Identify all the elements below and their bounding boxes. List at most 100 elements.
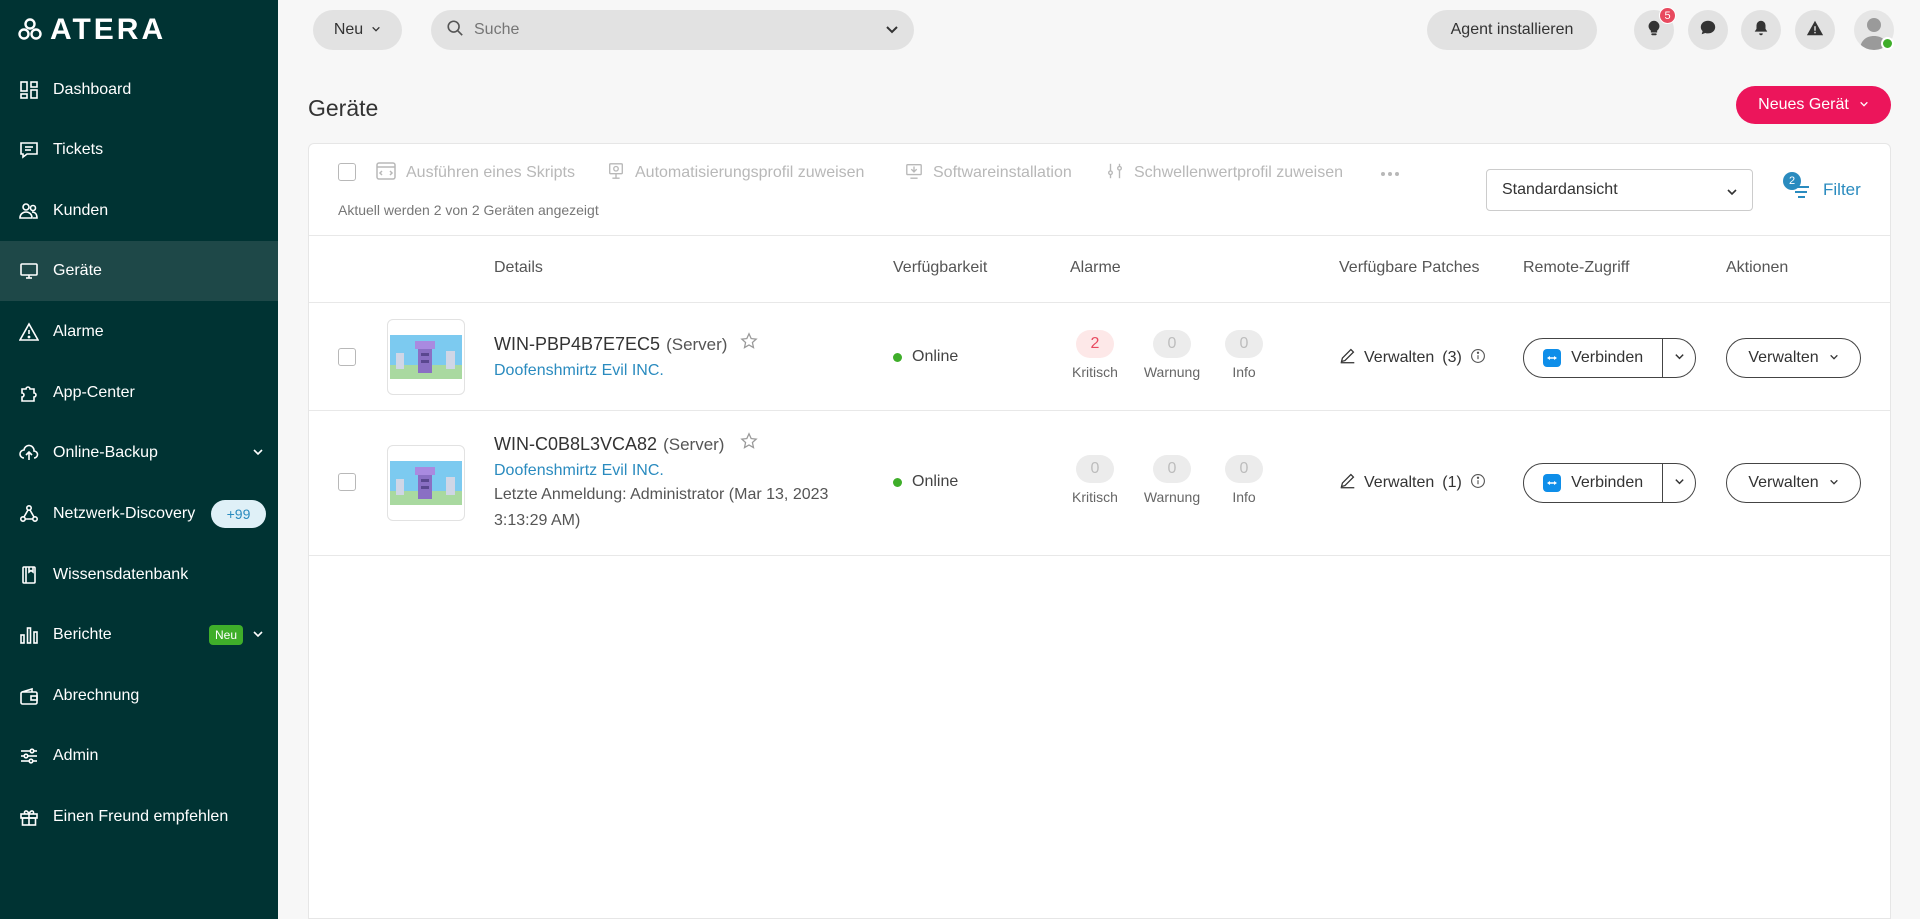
row-checkbox[interactable] [338, 473, 356, 491]
alarm-info[interactable]: 0 Info [1204, 455, 1284, 505]
client-link[interactable]: Doofenshmirtz Evil INC. [494, 362, 664, 380]
devices-panel: Ausführen eines Skripts Automatisierungs… [308, 143, 1891, 919]
install-agent-button[interactable]: Agent installieren [1427, 10, 1597, 50]
device-image-icon [390, 335, 462, 379]
device-thumbnail[interactable] [387, 319, 465, 395]
alarm-warning-label: Warnung [1143, 489, 1201, 505]
sidebar-item-online-backup[interactable]: Online-Backup [0, 423, 278, 483]
manage-dropdown-button[interactable]: Verwalten [1726, 463, 1861, 503]
column-header-alarms[interactable]: Alarme [1070, 259, 1121, 277]
select-all-checkbox[interactable] [338, 163, 356, 181]
sidebar-item-netzwerk-discovery[interactable]: Netzwerk-Discovery +99 [0, 484, 278, 544]
favorite-star-icon[interactable] [740, 332, 758, 355]
sidebar-item-admin[interactable]: Admin [0, 726, 278, 786]
alarm-critical[interactable]: 2 Kritisch [1055, 330, 1135, 380]
divider [309, 302, 1890, 303]
connect-options-dropdown[interactable] [1663, 339, 1695, 377]
pencil-icon [1339, 347, 1356, 369]
alert-icon [18, 321, 40, 343]
column-header-remote[interactable]: Remote-Zugriff [1523, 259, 1629, 277]
sidebar-item-kunden[interactable]: Kunden [0, 181, 278, 241]
alarm-critical[interactable]: 0 Kritisch [1055, 455, 1135, 505]
new-device-button[interactable]: Neues Gerät [1736, 86, 1891, 124]
chevron-down-icon[interactable] [884, 22, 900, 43]
search-bar[interactable] [431, 10, 914, 50]
sidebar-item-geraete[interactable]: Geräte [0, 241, 278, 301]
more-actions-button[interactable] [1380, 161, 1400, 185]
info-icon[interactable] [1470, 473, 1486, 494]
sidebar-item-label: Einen Freund empfehlen [53, 808, 229, 825]
sidebar-item-abrechnung[interactable]: Abrechnung [0, 666, 278, 726]
availability-label: Online [912, 473, 959, 490]
connect-label: Verbinden [1571, 474, 1644, 491]
client-link[interactable]: Doofenshmirtz Evil INC. [494, 462, 664, 480]
run-script-action[interactable]: Ausführen eines Skripts [376, 161, 575, 185]
chat-button[interactable] [1688, 10, 1728, 50]
device-name[interactable]: WIN-C0B8L3VCA82 (Server) [494, 434, 724, 455]
manage-dropdown-button[interactable]: Verwalten [1726, 338, 1861, 378]
atera-logo[interactable]: ATERA [18, 13, 166, 46]
favorite-star-icon[interactable] [740, 432, 758, 455]
column-header-actions[interactable]: Aktionen [1726, 259, 1788, 277]
alarm-info[interactable]: 0 Info [1204, 330, 1284, 380]
sidebar-item-label: Netzwerk-Discovery [53, 505, 196, 522]
column-header-availability[interactable]: Verfügbarkeit [893, 259, 987, 277]
sidebar-item-app-center[interactable]: App-Center [0, 363, 278, 423]
column-header-details[interactable]: Details [494, 259, 543, 277]
sidebar-item-wissensdatenbank[interactable]: Wissensdatenbank [0, 545, 278, 605]
filter-count-badge: 2 [1783, 172, 1801, 190]
alarm-critical-count: 2 [1076, 330, 1114, 358]
new-dropdown-button[interactable]: Neu [313, 10, 402, 50]
alerts-button[interactable] [1795, 10, 1835, 50]
alarm-info-label: Info [1232, 364, 1256, 380]
connect-button[interactable]: Verbinden [1524, 339, 1664, 377]
sidebar-item-label: Abrechnung [53, 687, 140, 704]
device-thumbnail[interactable] [387, 445, 465, 521]
connect-split-button: Verbinden [1523, 463, 1696, 503]
search-input[interactable] [474, 21, 854, 39]
chevron-down-icon [1859, 96, 1869, 114]
sidebar-item-refer-friend[interactable]: Einen Freund empfehlen [0, 787, 278, 847]
assign-automation-profile-action[interactable]: Automatisierungsprofil zuweisen [607, 161, 864, 185]
sidebar-item-label: App-Center [53, 384, 135, 401]
assign-profile-label: Automatisierungsprofil zuweisen [635, 164, 865, 181]
sidebar-item-label: Alarme [53, 323, 104, 340]
sidebar-item-berichte[interactable]: Berichte Neu [0, 605, 278, 665]
threshold-sliders-icon [1106, 162, 1124, 185]
column-header-patches[interactable]: Verfügbare Patches [1339, 259, 1480, 277]
view-select[interactable]: Standardansicht [1486, 169, 1753, 211]
online-status-dot [1881, 37, 1894, 50]
software-install-label: Softwareinstallation [933, 164, 1072, 181]
more-horizontal-icon [1380, 164, 1400, 182]
alarm-warning[interactable]: 0 Warnung [1132, 455, 1212, 505]
lightbulb-icon [1645, 19, 1663, 42]
patches-manage-link[interactable]: Verwalten (1) [1339, 472, 1486, 494]
sidebar-item-dashboard[interactable]: Dashboard [0, 60, 278, 120]
notifications-button[interactable] [1741, 10, 1781, 50]
patches-manage-link[interactable]: Verwalten (3) [1339, 347, 1486, 369]
threshold-profile-action[interactable]: Schwellenwertprofil zuweisen [1106, 161, 1343, 185]
manage-label: Verwalten [1748, 349, 1819, 366]
bar-chart-icon [18, 624, 40, 646]
device-name[interactable]: WIN-PBP4B7E7EC5 (Server) [494, 334, 727, 355]
sidebar-item-label: Dashboard [53, 81, 132, 98]
connect-button[interactable]: Verbinden [1524, 464, 1664, 502]
chevron-down-icon [1674, 349, 1685, 367]
sidebar-item-label: Online-Backup [53, 444, 158, 461]
sidebar-item-alarme[interactable]: Alarme [0, 302, 278, 362]
online-dot [893, 477, 902, 487]
patches-manage-label: Verwalten [1364, 474, 1435, 491]
book-icon [18, 564, 40, 586]
filter-label: Filter [1823, 180, 1861, 199]
sidebar-item-tickets[interactable]: Tickets [0, 120, 278, 180]
search-icon [446, 19, 464, 42]
manage-label: Verwalten [1748, 474, 1819, 491]
teamviewer-icon [1543, 474, 1562, 492]
ideas-button[interactable]: 5 [1634, 7, 1676, 50]
info-icon[interactable] [1470, 348, 1486, 369]
alarm-warning[interactable]: 0 Warnung [1132, 330, 1212, 380]
connect-options-dropdown[interactable] [1663, 464, 1695, 502]
row-checkbox[interactable] [338, 348, 356, 366]
page-title: Geräte [308, 95, 379, 121]
software-install-action[interactable]: Softwareinstallation [905, 161, 1072, 185]
